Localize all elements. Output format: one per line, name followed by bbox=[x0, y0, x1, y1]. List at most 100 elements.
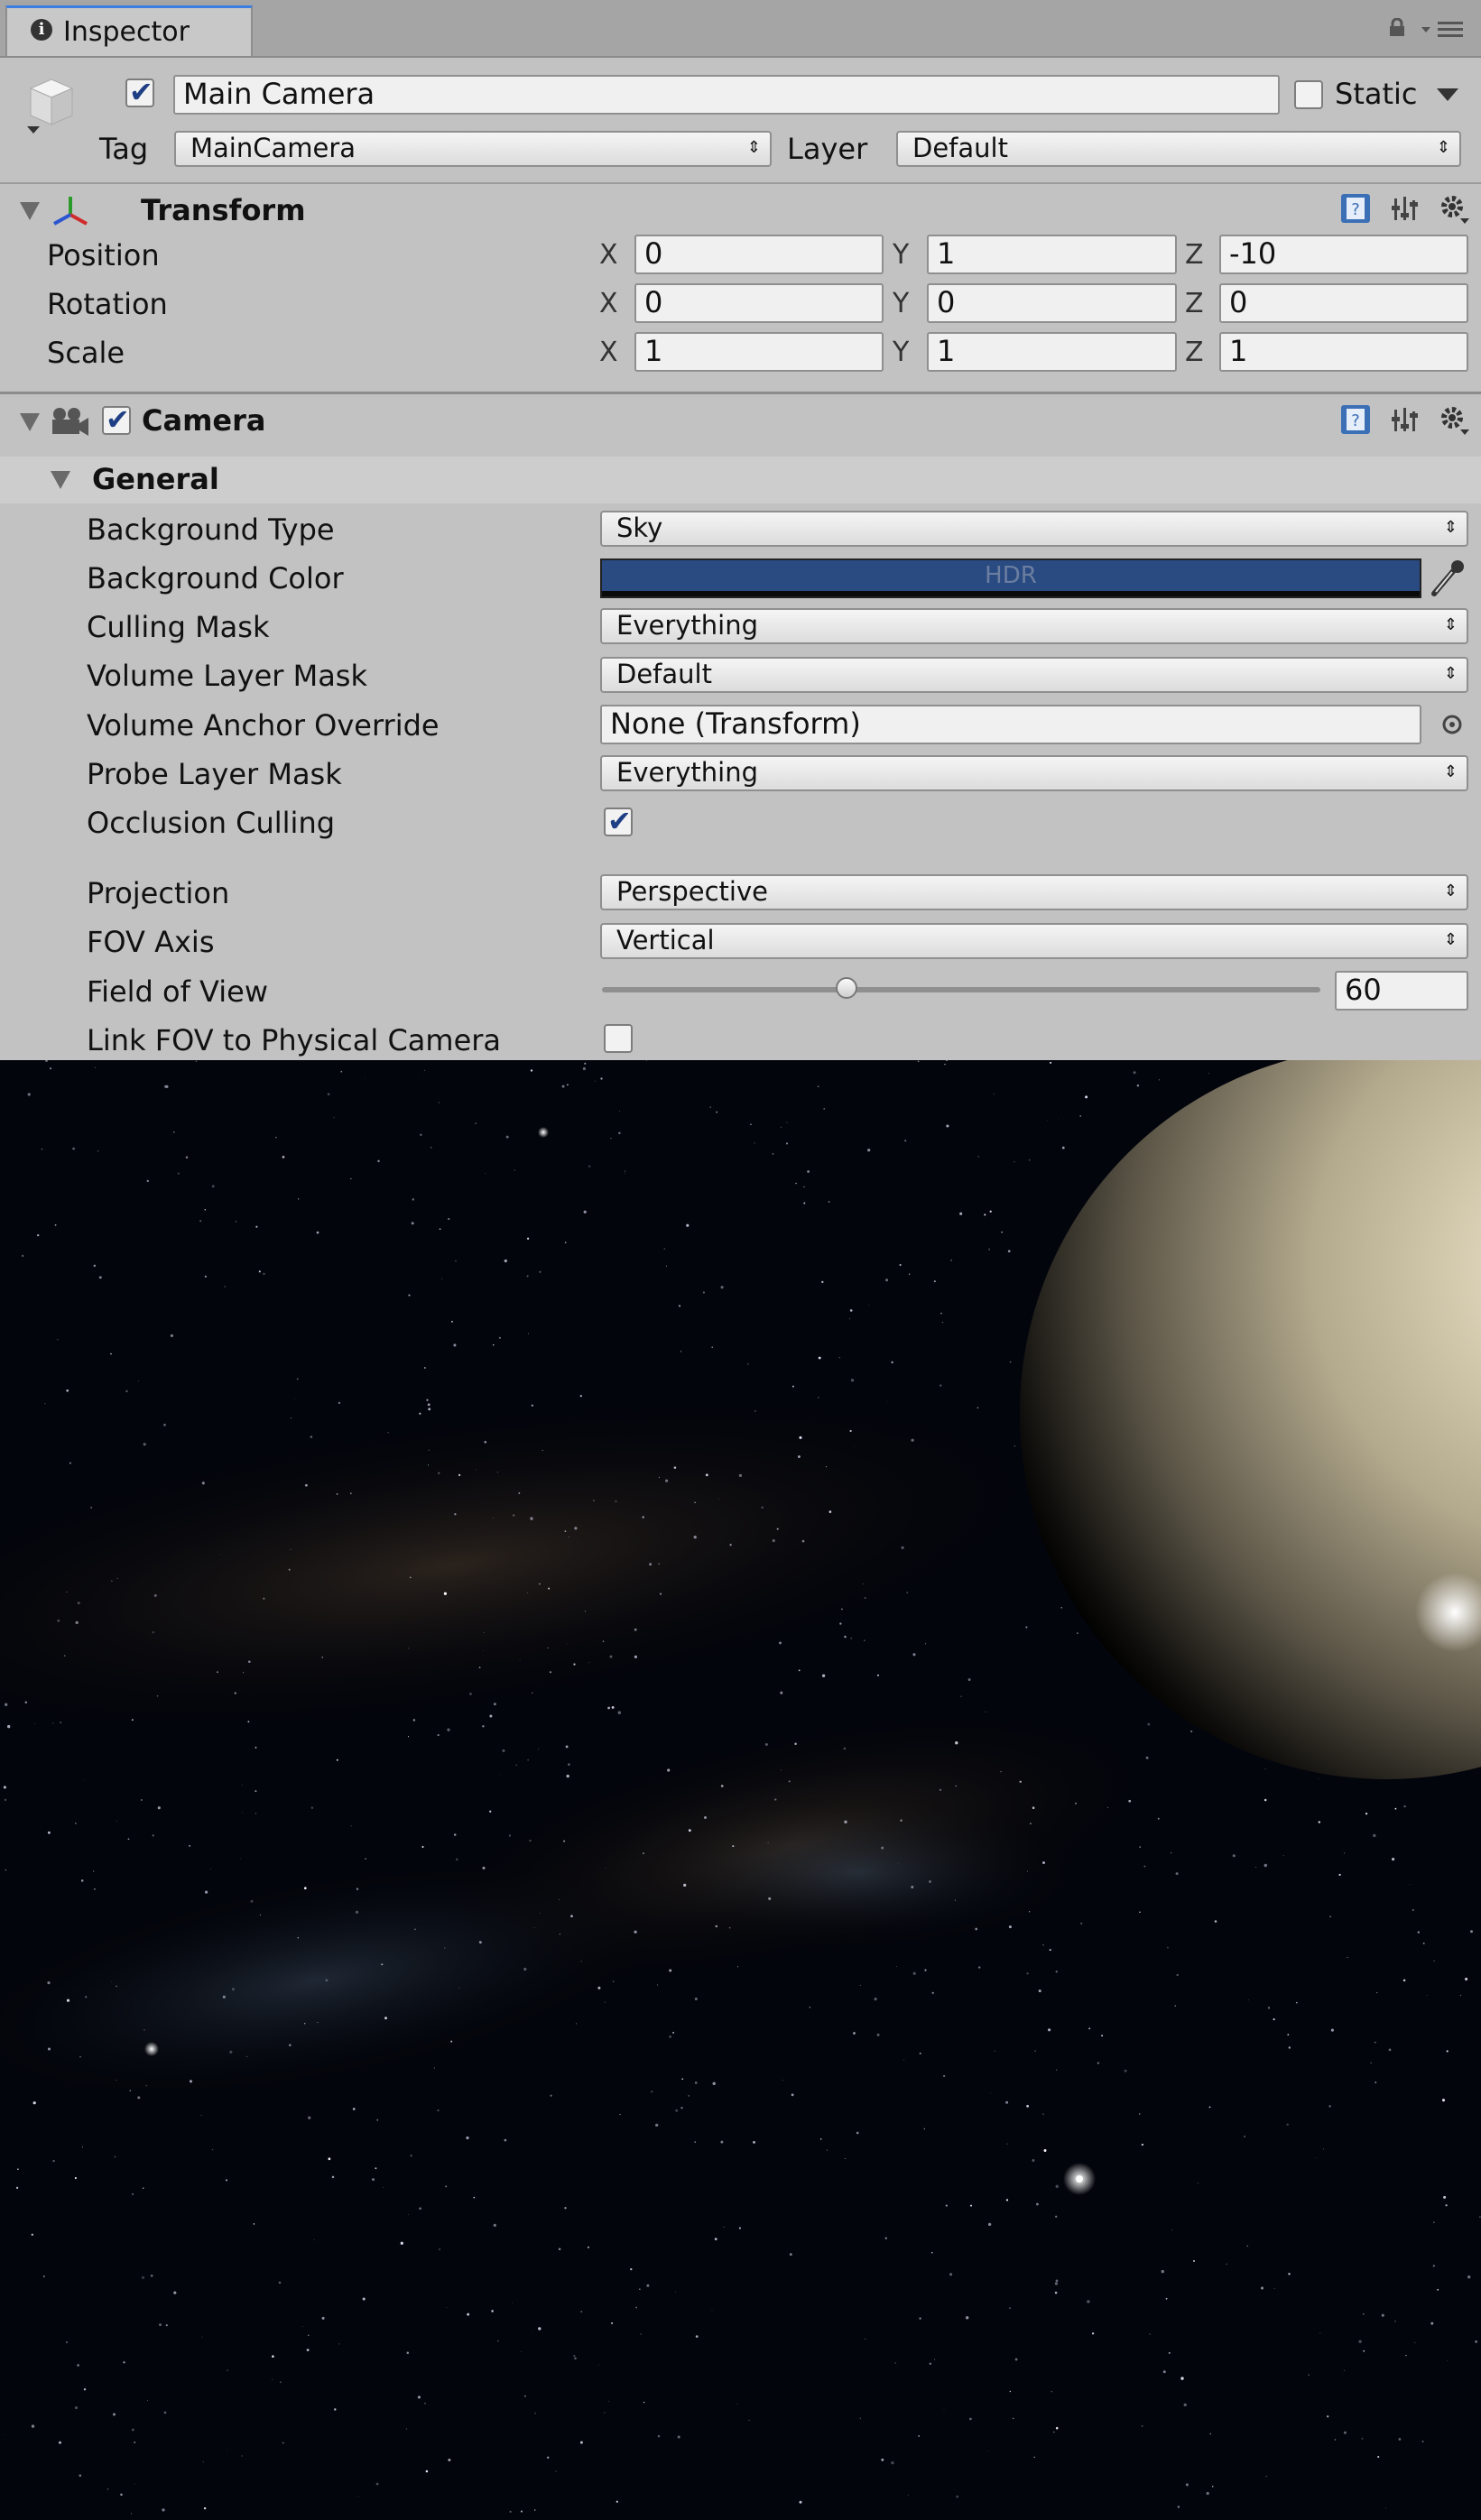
field-of-view-label: Field of View bbox=[87, 974, 268, 1009]
scene-render bbox=[0, 1060, 1481, 2520]
transform-row-label: Rotation bbox=[47, 287, 168, 321]
culling-mask-label: Culling Mask bbox=[87, 610, 270, 644]
position-z-input[interactable]: -10 bbox=[1219, 235, 1468, 274]
lock-icon[interactable] bbox=[1388, 18, 1406, 36]
scale-x-input[interactable]: 1 bbox=[634, 332, 884, 372]
fov-slider-track[interactable] bbox=[602, 977, 1320, 999]
static-label: Static bbox=[1335, 77, 1418, 111]
camera-icon bbox=[52, 408, 88, 436]
camera-title: Camera bbox=[142, 403, 266, 438]
eyedropper-icon[interactable] bbox=[1427, 558, 1467, 599]
gear-icon[interactable] bbox=[1439, 404, 1469, 435]
static-dropdown-icon[interactable] bbox=[1437, 88, 1458, 103]
dropdown-arrow-icon: ⇕ bbox=[1443, 882, 1458, 900]
tag-value: MainCamera bbox=[190, 133, 356, 163]
rotation-y-input[interactable]: 0 bbox=[927, 283, 1177, 323]
axis-z-label: Z bbox=[1185, 337, 1204, 368]
preset-icon[interactable] bbox=[1391, 404, 1421, 435]
axis-z-label: Z bbox=[1185, 239, 1204, 271]
active-checkbox[interactable] bbox=[125, 75, 154, 109]
svg-text:?: ? bbox=[1351, 200, 1360, 219]
layer-value: Default bbox=[912, 133, 1008, 163]
preset-icon[interactable] bbox=[1391, 193, 1421, 224]
axis-y-label: Y bbox=[893, 337, 910, 368]
axis-x-label: X bbox=[599, 288, 618, 319]
occlusion-culling-checkbox[interactable] bbox=[604, 804, 633, 838]
transform-foldout-icon[interactable] bbox=[20, 202, 40, 220]
transform-row-label: Scale bbox=[47, 336, 125, 370]
layer-dropdown[interactable]: Default ⇕ bbox=[896, 131, 1461, 167]
camera-enabled-checkbox[interactable] bbox=[102, 402, 131, 437]
axis-y-label: Y bbox=[893, 239, 910, 271]
axis-x-label: X bbox=[599, 239, 618, 271]
scale-z-input[interactable]: 1 bbox=[1219, 332, 1468, 372]
camera-foldout-icon[interactable] bbox=[20, 413, 40, 431]
background-color-swatch[interactable]: HDR bbox=[600, 558, 1421, 598]
dropdown-arrow-icon: ⇕ bbox=[1443, 930, 1458, 949]
dropdown-arrow-icon: ⇕ bbox=[1443, 762, 1458, 781]
axis-x-label: X bbox=[599, 337, 618, 368]
culling-mask-dropdown[interactable]: Everything ⇕ bbox=[600, 608, 1468, 644]
projection-value: Perspective bbox=[616, 876, 768, 907]
probe-layer-mask-dropdown[interactable]: Everything ⇕ bbox=[600, 755, 1468, 791]
general-foldout-icon[interactable] bbox=[51, 471, 70, 489]
color-alpha-bar bbox=[602, 591, 1420, 596]
background-color-label: Background Color bbox=[87, 561, 344, 595]
layer-label: Layer bbox=[787, 132, 868, 166]
dropdown-arrow-icon: ⇕ bbox=[1436, 138, 1450, 157]
occlusion-culling-label: Occlusion Culling bbox=[87, 806, 336, 840]
volume-layer-mask-label: Volume Layer Mask bbox=[87, 659, 367, 693]
gameobject-name-input[interactable]: Main Camera bbox=[173, 75, 1280, 115]
dropdown-arrow-icon: ⇕ bbox=[1443, 664, 1458, 683]
position-y-input[interactable]: 1 bbox=[927, 235, 1177, 274]
volume-layer-mask-value: Default bbox=[616, 659, 712, 689]
svg-text:?: ? bbox=[1351, 411, 1360, 430]
help-icon[interactable]: ? bbox=[1340, 404, 1371, 435]
transform-row-label: Position bbox=[47, 238, 160, 272]
tab-bar: i Inspector bbox=[0, 0, 1481, 58]
tab-inspector[interactable]: i Inspector bbox=[5, 5, 253, 56]
rotation-x-input[interactable]: 0 bbox=[634, 283, 884, 323]
link-fov-label: Link FOV to Physical Camera bbox=[87, 1023, 502, 1057]
field-of-view-input[interactable]: 60 bbox=[1335, 971, 1468, 1011]
tag-label: Tag bbox=[99, 132, 149, 166]
general-title: General bbox=[92, 462, 219, 496]
fov-slider-thumb[interactable] bbox=[835, 977, 857, 999]
object-picker-icon[interactable] bbox=[1440, 713, 1464, 736]
general-section-header[interactable]: General bbox=[0, 457, 1481, 503]
dropdown-arrow-icon: ⇕ bbox=[1443, 518, 1458, 537]
volume-anchor-override-field[interactable]: None (Transform) bbox=[600, 705, 1421, 744]
background-type-label: Background Type bbox=[87, 512, 335, 547]
axis-y-label: Y bbox=[893, 288, 910, 319]
fov-axis-value: Vertical bbox=[616, 925, 715, 955]
transform-title: Transform bbox=[141, 193, 306, 227]
probe-layer-mask-value: Everything bbox=[616, 757, 759, 788]
tab-label: Inspector bbox=[63, 16, 190, 48]
background-type-value: Sky bbox=[616, 512, 663, 543]
volume-anchor-override-label: Volume Anchor Override bbox=[87, 708, 440, 743]
dropdown-arrow-icon: ⇕ bbox=[1443, 615, 1458, 634]
static-checkbox[interactable] bbox=[1294, 80, 1323, 109]
info-icon: i bbox=[31, 19, 52, 41]
gear-icon[interactable] bbox=[1439, 193, 1469, 224]
position-x-input[interactable]: 0 bbox=[634, 235, 884, 274]
dropdown-arrow-icon: ⇕ bbox=[746, 138, 761, 157]
projection-dropdown[interactable]: Perspective ⇕ bbox=[600, 874, 1468, 910]
axis-z-label: Z bbox=[1185, 288, 1204, 319]
link-fov-checkbox[interactable] bbox=[604, 1024, 633, 1053]
help-icon[interactable]: ? bbox=[1340, 193, 1371, 224]
background-type-dropdown[interactable]: Sky ⇕ bbox=[600, 511, 1468, 547]
transform-axes-icon bbox=[53, 197, 88, 226]
probe-layer-mask-label: Probe Layer Mask bbox=[87, 757, 342, 791]
tag-dropdown[interactable]: MainCamera ⇕ bbox=[174, 131, 772, 167]
menu-icon[interactable] bbox=[1421, 20, 1465, 38]
gameobject-cube-icon[interactable] bbox=[22, 74, 81, 137]
rotation-z-input[interactable]: 0 bbox=[1219, 283, 1468, 323]
scale-y-input[interactable]: 1 bbox=[927, 332, 1177, 372]
fov-axis-dropdown[interactable]: Vertical ⇕ bbox=[600, 923, 1468, 959]
scene-viewport[interactable] bbox=[0, 1060, 1481, 2520]
hdr-badge: HDR bbox=[985, 562, 1037, 589]
inspector-panel: i Inspector Main Camera Static Tag MainC bbox=[0, 0, 1481, 1060]
volume-layer-mask-dropdown[interactable]: Default ⇕ bbox=[600, 657, 1468, 693]
projection-label: Projection bbox=[87, 876, 230, 910]
